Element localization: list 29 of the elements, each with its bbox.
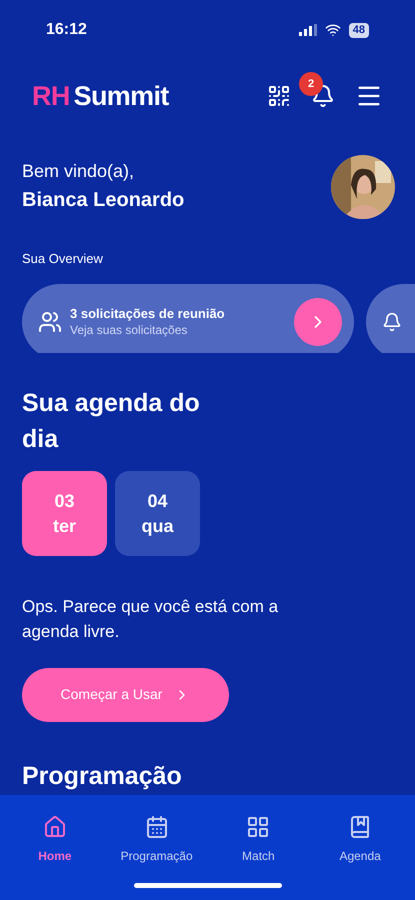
signal-icon — [298, 24, 317, 36]
start-button[interactable]: Começar a Usar — [22, 668, 229, 722]
greeting-text: Bem vindo(a), — [22, 160, 136, 183]
nav-icon — [144, 815, 169, 839]
logo-accent: RH — [32, 80, 70, 113]
wifi-icon — [324, 22, 341, 38]
logo-name: Summit — [74, 80, 169, 113]
qr-code-icon[interactable] — [267, 84, 291, 108]
card-title: 3 solicitações de reunião — [70, 306, 226, 323]
card-subtitle: Veja suas solicitações — [70, 322, 188, 338]
nav-icon — [246, 815, 270, 839]
user-name: Bianca Leonardo — [22, 188, 184, 213]
requests-card[interactable]: 3 solicitações de reunião Veja suas solicitações — [22, 284, 354, 354]
day-tab[interactable]: 04 qua — [115, 471, 200, 556]
nav-icon — [42, 815, 67, 839]
overview-label: Sua Overview — [21, 250, 104, 268]
nav-tab[interactable]: Match — [213, 815, 304, 865]
battery-level: 48 — [348, 22, 369, 38]
empty-agenda-message: Ops. Parece que você está com a agenda livre. — [21, 596, 280, 644]
status-time: 16:12 — [46, 20, 87, 40]
nav-tab[interactable]: Agenda — [315, 815, 406, 865]
bell-icon — [382, 312, 402, 332]
nav-tab[interactable]: Home — [10, 815, 100, 865]
notification-badge: 2 — [299, 72, 323, 96]
agenda-title: Sua agenda do dia — [21, 388, 201, 456]
section-title: Programação — [21, 760, 183, 792]
nav-tab[interactable]: Programação — [112, 815, 202, 865]
day-tab[interactable]: 03 ter — [22, 471, 107, 556]
people-icon — [38, 310, 62, 334]
